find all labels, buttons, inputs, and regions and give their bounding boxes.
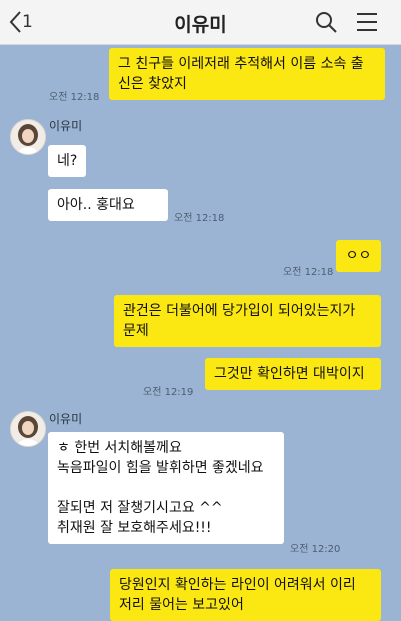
message-time: 오전 12:19 bbox=[143, 387, 194, 398]
sender-name: 이유미 bbox=[49, 119, 83, 133]
message-time: 오전 12:20 bbox=[290, 544, 341, 555]
sent-message[interactable]: ㅇㅇ bbox=[336, 240, 381, 272]
avatar[interactable] bbox=[10, 119, 46, 155]
received-message[interactable]: ㅎ 한번 서치해볼께요 녹음파일이 힘을 발휘하면 좋겠네요 잘되면 저 잘챙기… bbox=[48, 432, 284, 544]
sent-message[interactable]: 그 친구들 이레저래 추적해서 이름 소속 출 신은 찾았지 bbox=[109, 48, 385, 100]
sent-message[interactable]: 관건은 더불어에 당가입이 되어있는지가 문제 bbox=[114, 295, 381, 347]
message-time: 오전 12:18 bbox=[283, 267, 334, 278]
menu-icon[interactable] bbox=[355, 10, 379, 34]
message-list[interactable]: 그 친구들 이레저래 추적해서 이름 소속 출 신은 찾았지 오전 12:18 … bbox=[0, 44, 401, 621]
message-time: 오전 12:18 bbox=[49, 92, 100, 103]
chat-header: 1 이유미 bbox=[0, 0, 401, 45]
received-message[interactable]: 네? bbox=[48, 145, 86, 177]
sender-name: 이유미 bbox=[49, 412, 83, 426]
profile-photo-icon bbox=[17, 416, 39, 446]
search-icon[interactable] bbox=[314, 10, 338, 34]
chat-title: 이유미 bbox=[174, 14, 227, 36]
sent-message[interactable]: 당원인지 확인하는 라인이 어려워서 이리 저리 물어는 보고있어 bbox=[110, 569, 381, 621]
message-time: 오전 12:18 bbox=[174, 213, 225, 224]
sent-message[interactable]: 그것만 확인하면 대박이지 bbox=[205, 358, 381, 390]
profile-photo-icon bbox=[17, 124, 39, 154]
avatar[interactable] bbox=[10, 411, 46, 447]
received-message[interactable]: 아아.. 홍대요 bbox=[48, 189, 168, 221]
